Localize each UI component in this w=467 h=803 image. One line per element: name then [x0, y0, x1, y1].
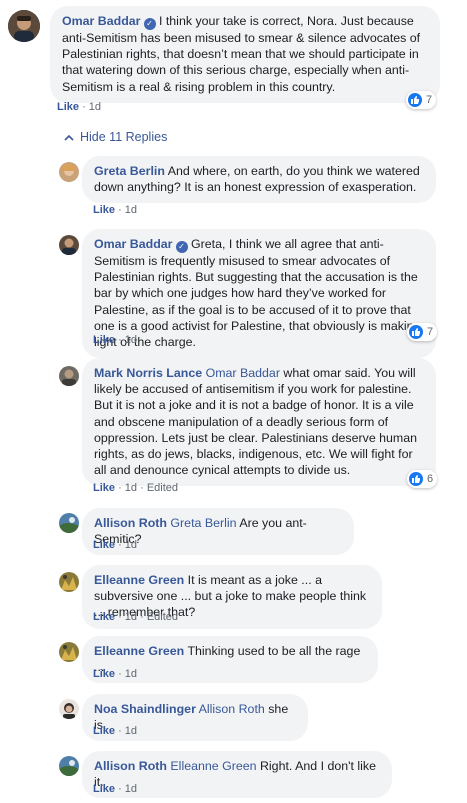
reply-author[interactable]: Allison Roth [94, 759, 167, 773]
timestamp[interactable]: 1d [89, 101, 101, 113]
reply-text: Greta, I think we all agree that anti-Se… [94, 237, 421, 350]
reply-author[interactable]: Greta Berlin [94, 164, 165, 178]
like-button[interactable]: Like [93, 783, 115, 795]
verified-badge-icon: ✓ [143, 18, 156, 30]
like-button[interactable]: Like [93, 611, 115, 623]
reply-meta: Like · 1d · Edited [93, 482, 179, 494]
reply-bubble: Mark Norris Lance Omar Baddar what omar … [82, 358, 436, 487]
reaction-count[interactable]: 7 [406, 91, 437, 109]
reaction-count[interactable]: 7 [407, 323, 438, 341]
like-button[interactable]: Like [57, 101, 79, 113]
avatar-omar-baddar[interactable] [59, 235, 79, 255]
avatar-allison-roth[interactable] [59, 513, 79, 533]
timestamp[interactable]: 1d [125, 334, 137, 346]
reply-meta: Like · 1d [93, 668, 138, 680]
avatar-omar-baddar[interactable] [8, 10, 40, 42]
reply-tag[interactable]: Omar Baddar [206, 366, 280, 380]
verified-badge-icon: ✓ [175, 241, 188, 253]
avatar-noa-shaindlinger[interactable] [59, 699, 79, 719]
like-button[interactable]: Like [93, 668, 115, 680]
like-button[interactable]: Like [93, 204, 115, 216]
comment-author[interactable]: Omar Baddar [62, 14, 141, 28]
avatar-mark-norris-lance[interactable] [59, 366, 79, 386]
reply-author[interactable]: Elleanne Green [94, 644, 184, 658]
reply-meta: Like · 1d [93, 204, 138, 216]
reply-author[interactable]: Omar Baddar [94, 237, 173, 251]
timestamp[interactable]: 1d [125, 539, 137, 551]
reply-author[interactable]: Mark Norris Lance [94, 366, 202, 380]
like-reaction-icon [409, 472, 423, 486]
like-button[interactable]: Like [93, 334, 115, 346]
reply-meta: Like · 1d [93, 539, 138, 551]
comment-bubble: Omar Baddar ✓ I think your take is correc… [50, 6, 440, 103]
edited-label[interactable]: Edited [147, 482, 178, 494]
like-reaction-icon [408, 93, 422, 107]
avatar-elleanne-green[interactable] [59, 572, 79, 592]
edited-label[interactable]: Edited [147, 611, 178, 623]
avatar-greta-berlin[interactable] [59, 162, 79, 182]
reply-meta: Like · 1d [93, 334, 138, 346]
timestamp[interactable]: 1d [125, 611, 137, 623]
timestamp[interactable]: 1d [125, 725, 137, 737]
reply-tag[interactable]: Elleanne Green [170, 759, 256, 773]
like-button[interactable]: Like [93, 482, 115, 494]
reply-author[interactable]: Allison Roth [94, 516, 167, 530]
reply-tag[interactable]: Greta Berlin [170, 516, 236, 530]
hide-replies-toggle[interactable]: Hide 11 Replies [64, 130, 167, 144]
timestamp[interactable]: 1d [125, 783, 137, 795]
reply-author[interactable]: Elleanne Green [94, 573, 184, 587]
reply-meta: Like · 1d · Edited [93, 611, 179, 623]
avatar-elleanne-green[interactable] [59, 642, 79, 662]
timestamp[interactable]: 1d [125, 482, 137, 494]
timestamp[interactable]: 1d [125, 668, 137, 680]
reply-author[interactable]: Noa Shaindlinger [94, 702, 196, 716]
reply-meta: Like · 1d [93, 783, 138, 795]
avatar-allison-roth[interactable] [59, 756, 79, 776]
timestamp[interactable]: 1d [125, 204, 137, 216]
like-reaction-icon [409, 325, 423, 339]
like-button[interactable]: Like [93, 539, 115, 551]
reply-bubble: Greta Berlin And where, on earth, do you… [82, 156, 436, 204]
comment-meta: Like · 1d [57, 101, 102, 113]
chevron-up-icon [64, 130, 74, 144]
reaction-count[interactable]: 6 [407, 470, 438, 488]
reply-text: what omar said. You will likely be accus… [94, 366, 418, 478]
reply-tag[interactable]: Allison Roth [199, 702, 265, 716]
reply-meta: Like · 1d [93, 725, 138, 737]
like-button[interactable]: Like [93, 725, 115, 737]
